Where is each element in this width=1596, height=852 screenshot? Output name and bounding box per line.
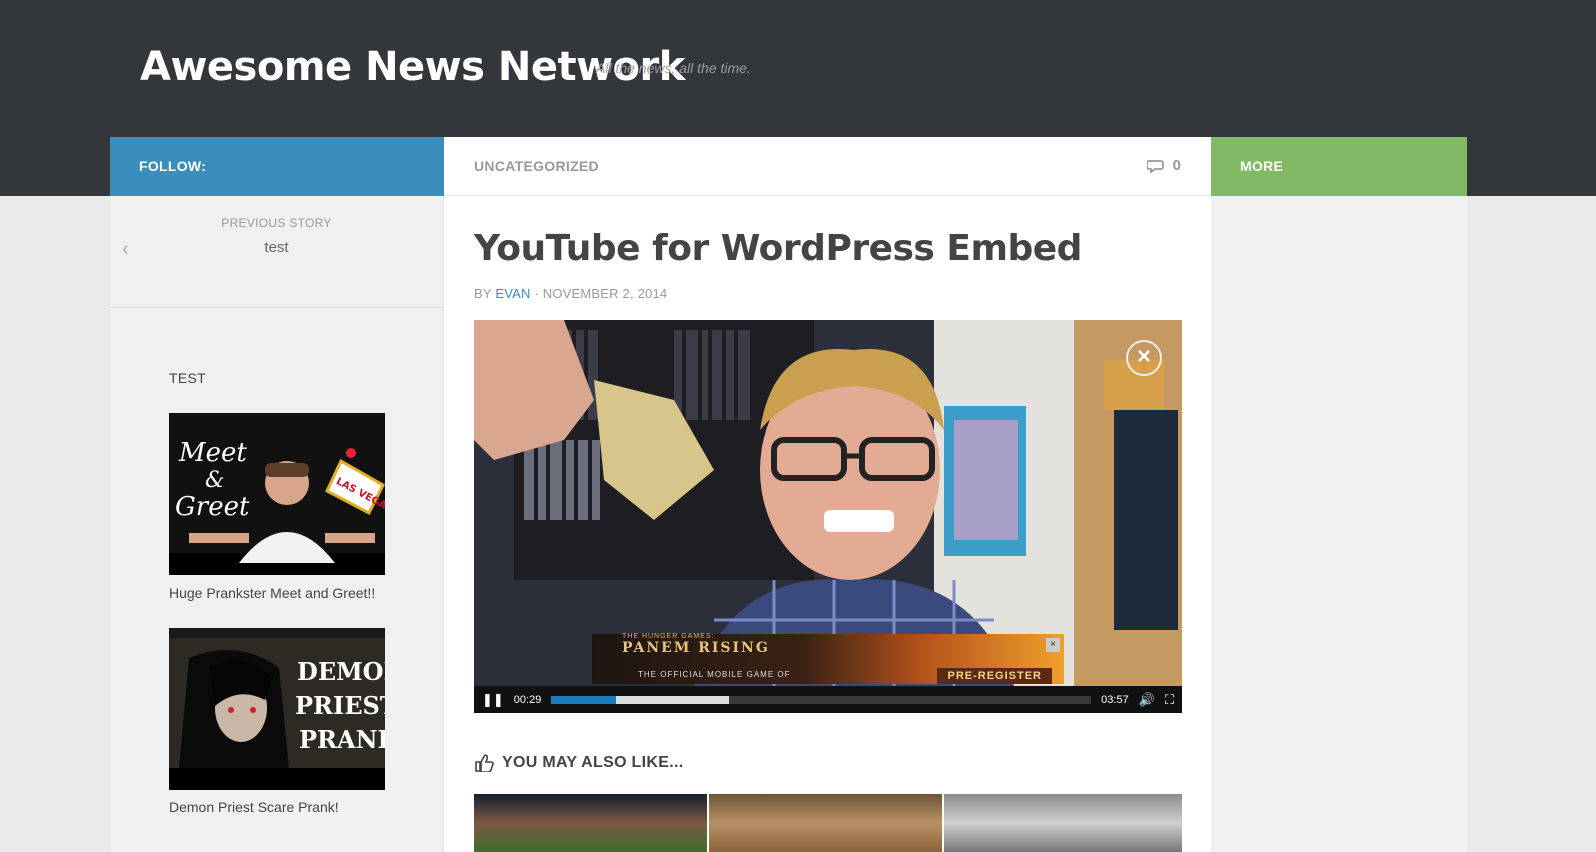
thumb-meet-text: Meet (178, 438, 247, 468)
left-sidebar: ‹ PREVIOUS STORY test TEST Meet & Greet … (110, 196, 444, 852)
progress-buffered (616, 695, 730, 704)
category-link[interactable]: UNCATEGORIZED (474, 158, 599, 174)
ad-title: PANEM RISING (622, 640, 770, 656)
close-icon[interactable]: × (1126, 340, 1162, 376)
related-post-thumbnail[interactable] (474, 794, 707, 852)
previous-story-label: PREVIOUS STORY (221, 216, 332, 230)
ad-cta-button[interactable]: PRE-REGISTER (937, 668, 1052, 684)
progress-bar[interactable] (551, 695, 1092, 704)
duration: 03:57 (1101, 693, 1129, 706)
related-post-thumbnail[interactable] (709, 794, 942, 852)
video-ad-banner[interactable]: PANEM RISING THE HUNGER GAMES: THE OFFIC… (592, 633, 1064, 684)
video-thumbnail-demon-priest[interactable]: DEMON PRIEST PRANK (169, 628, 385, 790)
comment-count: 0 (1172, 157, 1181, 174)
ad-subtitle: THE OFFICIAL MOBILE GAME OF (638, 670, 791, 679)
progress-played (551, 695, 617, 704)
ad-close-icon[interactable]: × (1046, 638, 1060, 652)
post-meta-bar: UNCATEGORIZED 0 (444, 137, 1211, 196)
svg-text:PRIEST: PRIEST (295, 691, 385, 720)
video-frame[interactable] (474, 320, 1182, 686)
svg-text:Greet: Greet (175, 492, 250, 522)
pause-icon[interactable]: ❚❚ (482, 692, 504, 708)
comments-link[interactable]: 0 (1146, 157, 1181, 174)
previous-story[interactable]: ‹ PREVIOUS STORY test (110, 196, 443, 308)
thumbs-up-icon (475, 754, 494, 772)
comment-bubble-icon (1146, 159, 1164, 173)
main-content: YouTube for WordPress Embed BY EVAN · NO… (444, 196, 1211, 852)
volume-icon[interactable]: 🔊 (1139, 692, 1155, 708)
previous-story-title[interactable]: test (110, 239, 443, 256)
svg-text:PRANK: PRANK (299, 725, 385, 754)
ad-pretitle: THE HUNGER GAMES: (622, 633, 715, 640)
related-heading: YOU MAY ALSO LIKE... (474, 754, 683, 772)
fullscreen-icon[interactable]: ⛶ (1165, 692, 1174, 708)
thumbnail-caption[interactable]: Huge Prankster Meet and Greet!! (169, 585, 375, 601)
site-tagline: All the news, all the time. (596, 60, 751, 76)
follow-bar[interactable]: FOLLOW: (110, 137, 444, 196)
video-player[interactable]: × PANEM RISING THE HUNGER GAMES: THE OFF… (474, 320, 1182, 713)
current-time: 00:29 (513, 693, 542, 706)
right-sidebar (1211, 196, 1467, 852)
svg-text:DEMON: DEMON (297, 657, 385, 686)
post-title: YouTube for WordPress Embed (474, 228, 1082, 269)
author-link[interactable]: EVAN (495, 286, 530, 301)
svg-text:&: & (205, 468, 225, 493)
thumbnail-caption[interactable]: Demon Priest Scare Prank! (169, 799, 339, 815)
byline-prefix: BY (474, 286, 492, 301)
video-controls: ❚❚ 00:29 03:57 🔊 ⛶ (474, 686, 1182, 713)
post-byline: BY EVAN · NOVEMBER 2, 2014 (474, 286, 667, 301)
post-date: · NOVEMBER 2, 2014 (534, 286, 668, 301)
more-bar[interactable]: MORE (1211, 137, 1467, 196)
widget-title: TEST (169, 370, 206, 386)
related-post-thumbnail[interactable] (944, 794, 1182, 852)
video-thumbnail-meet-greet[interactable]: Meet & Greet LAS VEGAS (169, 413, 385, 575)
related-heading-text: YOU MAY ALSO LIKE... (502, 754, 684, 771)
